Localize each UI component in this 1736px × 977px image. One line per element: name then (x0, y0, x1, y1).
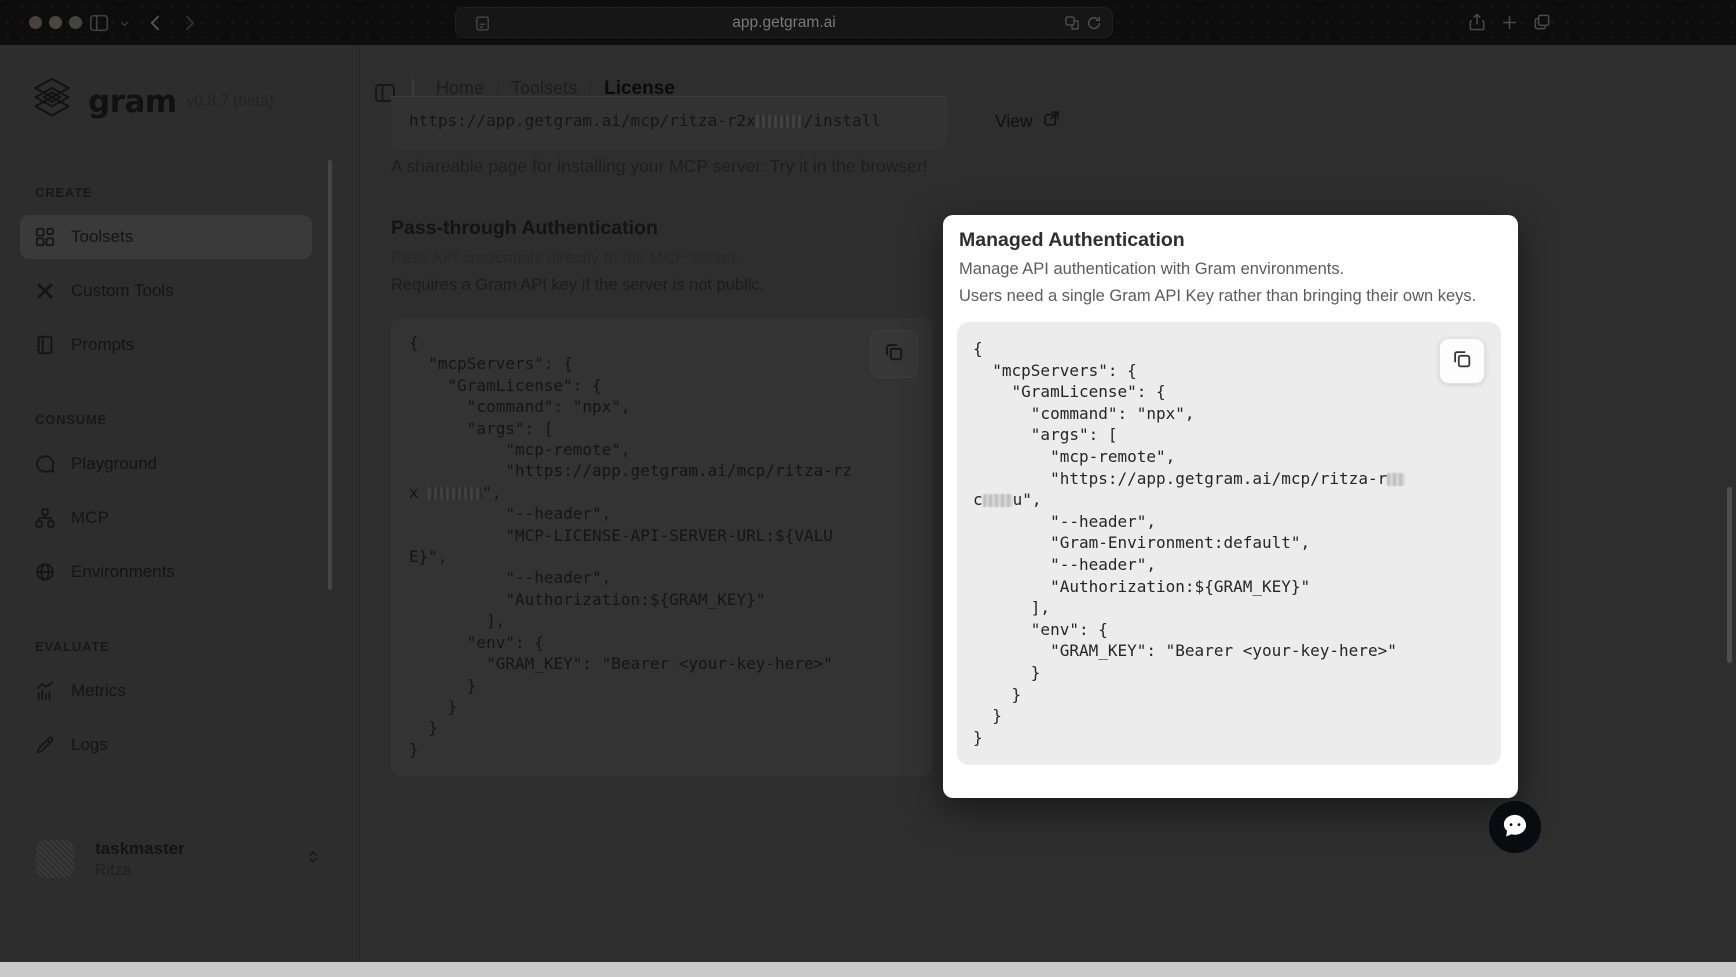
section-label-consume: CONSUME (20, 412, 331, 430)
share-icon[interactable] (1467, 12, 1487, 32)
environments-icon (34, 561, 56, 583)
gram-logo-icon (30, 75, 74, 128)
code-text: ", "--header", "MCP-LICENSE-API-SERVER-U… (409, 483, 833, 759)
address-bar-url: app.getgram.ai (732, 14, 835, 32)
minimize-window-button[interactable] (49, 16, 62, 29)
sidebar-item-logs[interactable]: Logs (20, 723, 312, 767)
redacted-text (1387, 473, 1405, 486)
chevron-down-icon[interactable] (119, 18, 130, 29)
reader-icon (474, 15, 491, 37)
chat-bubble-icon (1501, 812, 1529, 843)
sidebar-item-label: Playground (71, 454, 157, 474)
card-desc-2: Users need a single Gram API Key rather … (959, 283, 1504, 310)
screen: app.getgram.ai (0, 0, 1736, 977)
address-bar[interactable]: app.getgram.ai (455, 7, 1113, 38)
sidebar: gram v0.8.7 (beta) CREATE Toolsets Custo… (0, 45, 360, 962)
mcp-icon (34, 507, 56, 529)
user-org-name: taskmaster (95, 837, 185, 860)
redacted-text (983, 494, 1013, 507)
app-version: v0.8.7 (beta) (187, 93, 274, 111)
copy-icon (1451, 348, 1473, 375)
view-install-page-link[interactable]: View (995, 109, 1061, 133)
user-project-name: Ritza (95, 860, 185, 882)
passthrough-title: Pass-through Authentication (391, 217, 658, 240)
sidebar-item-label: Environments (71, 562, 175, 582)
view-link-label: View (995, 111, 1033, 132)
reload-icon[interactable] (1086, 15, 1102, 36)
code-text: { "mcpServers": { "GramLicense": { "comm… (973, 339, 1387, 488)
logo-wordmark: gram (88, 84, 177, 120)
card-desc-1: Manage API authentication with Gram envi… (959, 256, 1504, 283)
passthrough-desc-1: Pass API credentials directly to the MCP… (391, 249, 740, 268)
sidebar-item-environments[interactable]: Environments (20, 550, 312, 594)
passthrough-desc-2: Requires a Gram API key if the server is… (391, 276, 764, 295)
redacted-text (756, 115, 804, 128)
gram-logo[interactable]: gram v0.8.7 (beta) (30, 75, 274, 128)
managed-auth-code-block: { "mcpServers": { "GramLicense": { "comm… (957, 322, 1501, 765)
chevron-up-down-icon (304, 848, 322, 871)
copy-icon (883, 341, 905, 368)
external-link-icon (1042, 109, 1061, 133)
code-text: { "mcpServers": { "GramLicense": { "comm… (409, 333, 852, 502)
sidebar-item-prompts[interactable]: Prompts (20, 323, 312, 367)
sidebar-item-metrics[interactable]: Metrics (20, 669, 312, 713)
app-window: gram v0.8.7 (beta) CREATE Toolsets Custo… (0, 45, 1736, 962)
sidebar-item-label: Logs (71, 735, 108, 755)
sidebar-section-create: CREATE Toolsets Custom Tools (20, 185, 331, 377)
code-text: u", "--header", "Gram-Environment:defaul… (973, 490, 1397, 747)
sidebar-item-mcp[interactable]: MCP (20, 496, 312, 540)
page-scrollbar[interactable] (1727, 487, 1732, 663)
copy-button[interactable] (1439, 338, 1485, 384)
sidebar-section-consume: CONSUME Playground MCP (20, 412, 331, 604)
sidebar-section-evaluate: EVALUATE Metrics Logs (20, 639, 331, 777)
install-url-text: https://app.getgram.ai/mcp/ritza-r2x (409, 111, 756, 130)
redacted-text (428, 487, 482, 500)
desktop-strip (0, 962, 1736, 977)
install-url-suffix: /install (804, 111, 881, 130)
install-url-block: https://app.getgram.ai/mcp/ritza-r2x/ins… (391, 96, 947, 149)
user-switcher[interactable]: taskmaster Ritza (24, 828, 336, 890)
browser-sidebar-icon[interactable] (88, 12, 110, 34)
sidebar-item-playground[interactable]: Playground (20, 442, 312, 486)
prompts-icon (34, 334, 56, 356)
sidebar-item-label: MCP (71, 508, 109, 528)
sidebar-item-toolsets[interactable]: Toolsets (20, 215, 312, 259)
browser-titlebar: app.getgram.ai (0, 0, 1736, 45)
close-window-button[interactable] (29, 16, 42, 29)
metrics-icon (34, 680, 56, 702)
code-text: c (973, 490, 983, 509)
section-label-evaluate: EVALUATE (20, 639, 331, 657)
managed-auth-card: Managed Authentication Manage API authen… (943, 215, 1518, 798)
sidebar-item-label: Custom Tools (71, 281, 174, 301)
playground-icon (34, 453, 56, 475)
custom-tools-icon (34, 280, 56, 302)
sidebar-item-label: Toolsets (71, 227, 133, 247)
toolsets-icon (34, 226, 56, 248)
logs-icon (34, 734, 56, 756)
new-tab-icon[interactable] (1500, 13, 1519, 32)
sidebar-item-label: Metrics (71, 681, 126, 701)
back-button[interactable] (146, 13, 166, 33)
passthrough-code-block: { "mcpServers": { "GramLicense": { "comm… (391, 318, 932, 776)
forward-button[interactable] (179, 13, 199, 33)
section-label-create: CREATE (20, 185, 331, 203)
tab-overview-icon[interactable] (1532, 12, 1552, 32)
sidebar-item-label: Prompts (71, 335, 134, 355)
avatar (36, 840, 74, 878)
sidebar-item-custom-tools[interactable]: Custom Tools (20, 269, 312, 313)
sidebar-scrollbar[interactable] (328, 160, 332, 590)
card-title: Managed Authentication (959, 229, 1504, 252)
zoom-window-button[interactable] (69, 16, 82, 29)
translate-icon[interactable] (1064, 15, 1080, 36)
chat-widget-button[interactable] (1489, 801, 1541, 853)
copy-button[interactable] (870, 330, 918, 378)
share-note: A shareable page for installing your MCP… (391, 156, 928, 177)
